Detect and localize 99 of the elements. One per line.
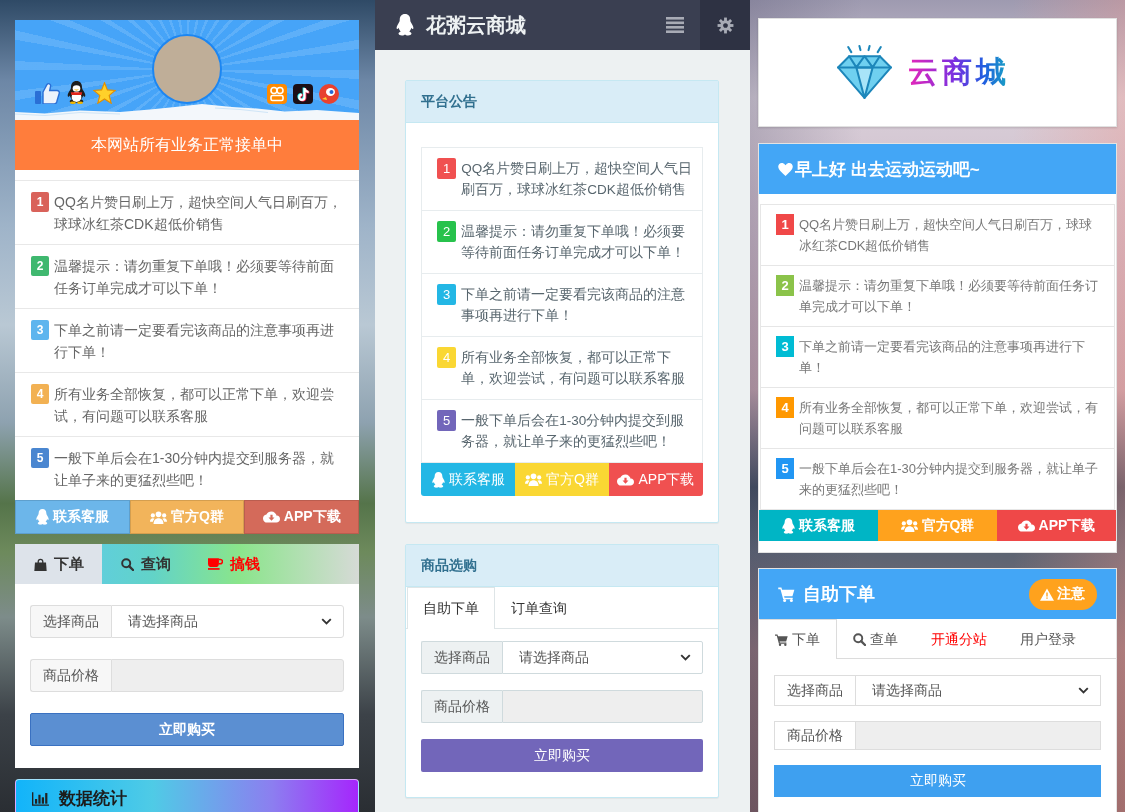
number-badge: 2	[31, 256, 49, 276]
product-select[interactable]: 请选择商品	[502, 641, 703, 674]
penguin-icon	[395, 14, 415, 36]
notice-text: 下单之前请一定要看完该商品的注意事项再进行下单！	[54, 321, 335, 362]
notice-text: 一般下单后会在1-30分钟内提交到服务器，就让单子来的更猛烈些吧！	[461, 412, 686, 451]
search-icon	[121, 557, 134, 571]
diamond-icon	[835, 45, 893, 100]
number-badge: 2	[776, 275, 794, 296]
chevron-down-icon	[1078, 687, 1089, 694]
cart-icon	[778, 586, 795, 602]
bag-icon	[34, 557, 47, 571]
notice-text: 一般下单后会在1-30分钟内提交到服务器，就让单子来的更猛烈些吧！	[799, 460, 1100, 499]
penguin-icon	[35, 509, 49, 525]
notice-text: 温馨提示：请勿重复下单哦！必须要等待前面任务订单完成才可以下单！	[461, 223, 687, 262]
qq-group-button[interactable]: 官方Q群	[878, 510, 997, 541]
field-label: 选择商品	[421, 641, 502, 674]
penguin-icon	[431, 471, 445, 488]
number-badge: 4	[437, 347, 457, 368]
product-select[interactable]: 请选择商品	[855, 675, 1101, 706]
notice-text: 下单之前请一定要看完该商品的注意事项再进行下单！	[799, 338, 1086, 377]
round-app-icon[interactable]	[319, 84, 339, 104]
contact-service-button[interactable]: 联系客服	[759, 510, 878, 541]
number-badge: 3	[437, 284, 457, 305]
number-badge: 4	[776, 397, 794, 418]
number-badge: 5	[437, 410, 457, 431]
buy-button[interactable]: 立即购买	[30, 713, 344, 746]
contact-service-button[interactable]: 联系客服	[421, 463, 515, 496]
notice-text: QQ名片赞日刷上万，超快空间人气日刷百万，球球冰红茶CDK超低价销售	[461, 160, 694, 199]
warning-icon	[1040, 587, 1054, 601]
site-title: 花粥云商城	[426, 12, 526, 38]
cloud-download-icon	[617, 473, 635, 486]
settings-button[interactable]	[700, 0, 750, 50]
bar-chart-icon	[32, 791, 49, 806]
users-icon	[525, 473, 543, 486]
status-banner: 本网站所有业务正常接单中	[15, 120, 359, 170]
panel-title: 平台公告	[421, 92, 477, 111]
number-badge: 1	[776, 214, 794, 235]
field-label: 选择商品	[774, 675, 855, 706]
nav-tab[interactable]: 自助下单	[407, 587, 495, 629]
app-download-button[interactable]: APP下载	[244, 500, 359, 534]
number-badge: 5	[31, 448, 49, 468]
search-icon	[853, 633, 866, 646]
nav-tab[interactable]: 搞钱	[189, 544, 278, 584]
number-badge: 1	[437, 158, 457, 179]
field-label: 选择商品	[30, 605, 111, 638]
buy-button[interactable]: 立即购买	[421, 739, 703, 772]
chevron-down-icon	[321, 618, 332, 625]
stats-title: 数据统计	[59, 788, 127, 810]
panel-title: 早上好 出去运动运动吧~	[795, 158, 980, 181]
cloud-download-icon	[1017, 519, 1035, 532]
heart-icon	[778, 162, 793, 176]
penguin-icon[interactable]	[67, 81, 86, 104]
number-badge: 3	[31, 320, 49, 340]
settings-icon	[716, 16, 734, 34]
thumbs-up-icon[interactable]	[35, 82, 60, 104]
notice-text: 所有业务全部恢复，都可以正常下单，欢迎尝试，有问题可以联系客服	[799, 399, 1099, 438]
field-label: 商品价格	[30, 659, 111, 692]
number-badge: 5	[776, 458, 794, 479]
app-download-button[interactable]: APP下载	[997, 510, 1116, 541]
panel-title: 自助下单	[803, 583, 875, 606]
notice-text: 温馨提示：请勿重复下单哦！必须要等待前面任务订单完成才可以下单！	[54, 257, 335, 298]
notice-text: QQ名片赞日刷上万，超快空间人气日刷百万，球球冰红茶CDK超低价销售	[54, 193, 343, 234]
cloud-download-icon	[262, 511, 280, 523]
nav-tab[interactable]: 下单	[759, 619, 837, 659]
square-app-icon[interactable]	[267, 84, 287, 104]
cup-icon	[208, 558, 223, 570]
nav-tab[interactable]: 用户登录	[1004, 619, 1093, 659]
buy-button[interactable]: 立即购买	[774, 765, 1101, 797]
avatar-placeholder	[152, 34, 222, 104]
chevron-down-icon	[680, 654, 691, 661]
number-badge: 4	[31, 384, 49, 404]
nav-tab[interactable]: 订单查询	[495, 587, 583, 629]
nav-tab[interactable]: 下单	[15, 544, 102, 584]
app-download-button[interactable]: APP下载	[609, 463, 703, 496]
cart-icon	[775, 633, 788, 646]
menu-icon[interactable]	[666, 17, 684, 33]
star-icon[interactable]	[93, 82, 116, 104]
users-icon	[150, 510, 168, 524]
nav-tab[interactable]: 开通分站	[915, 619, 1004, 659]
contact-service-button[interactable]: 联系客服	[15, 500, 130, 534]
notice-text: QQ名片赞日刷上万，超快空间人气日刷百万，球球冰红茶CDK超低价销售	[799, 216, 1094, 255]
notice-text: 温馨提示：请勿重复下单哦！必须要等待前面任务订单完成才可以下单！	[799, 277, 1099, 316]
penguin-icon	[782, 517, 795, 534]
number-badge: 1	[31, 192, 49, 212]
number-badge: 2	[437, 221, 457, 242]
music-note-icon[interactable]	[293, 84, 313, 104]
notice-text: 所有业务全部恢复，都可以正常下单，欢迎尝试，有问题可以联系客服	[54, 385, 335, 426]
attention-button[interactable]: 注意	[1029, 578, 1097, 610]
product-select[interactable]: 请选择商品	[111, 605, 344, 638]
nav-tab[interactable]: 查询	[102, 544, 189, 584]
field-label: 商品价格	[421, 690, 502, 723]
notice-text: 下单之前请一定要看完该商品的注意事项再进行下单！	[461, 286, 687, 325]
users-icon	[900, 519, 918, 532]
notice-text: 一般下单后会在1-30分钟内提交到服务器，就让单子来的更猛烈些吧！	[54, 449, 336, 490]
notice-text: 所有业务全部恢复，都可以正常下单，欢迎尝试，有问题可以联系客服	[461, 349, 687, 388]
field-label: 商品价格	[774, 721, 855, 750]
panel-title: 商品选购	[421, 556, 477, 575]
nav-tab[interactable]: 查单	[837, 619, 915, 659]
number-badge: 3	[776, 336, 794, 357]
